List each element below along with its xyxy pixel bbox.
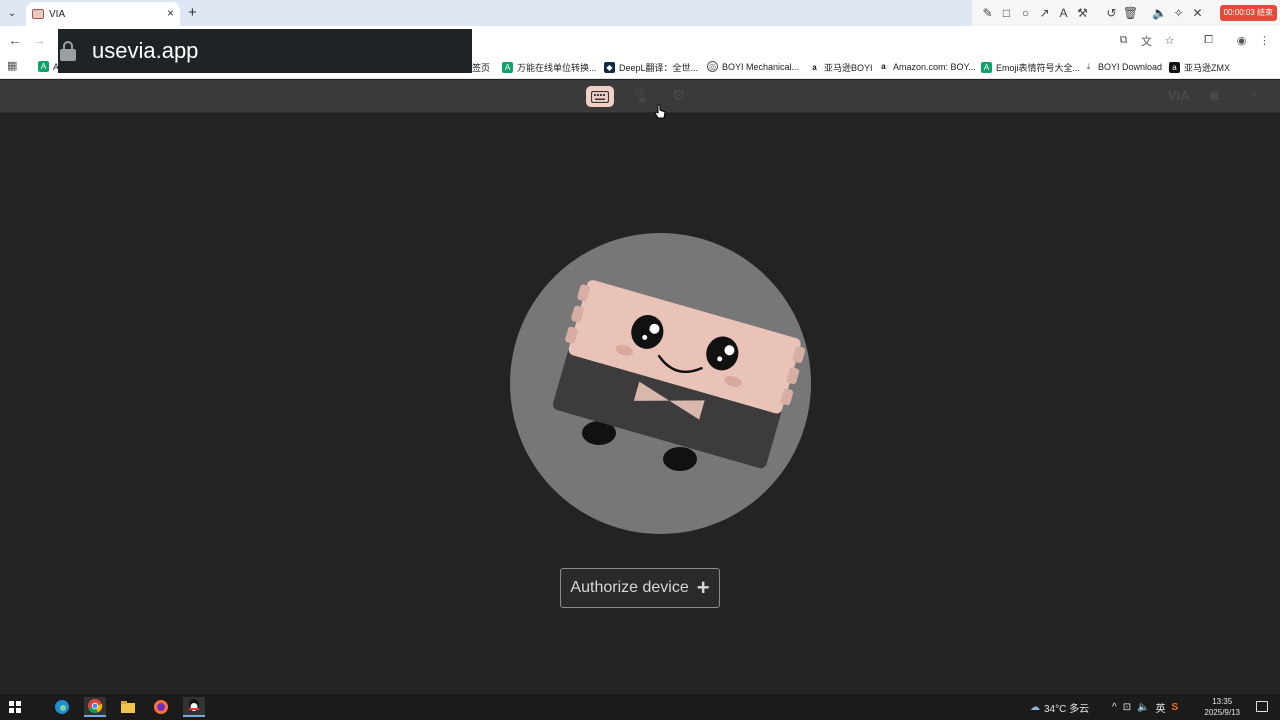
back-arrow-icon[interactable]: ← xyxy=(8,33,22,47)
keyboard-tab-icon[interactable] xyxy=(586,86,614,107)
firefox-icon[interactable] xyxy=(150,697,172,717)
settings-gear-icon[interactable]: ⚙ xyxy=(672,88,685,104)
qq-penguin-icon[interactable] xyxy=(183,697,205,717)
bookmark-item[interactable]: A Emoji表情符号大全... xyxy=(981,61,1080,74)
amazon-icon: a xyxy=(1169,62,1180,73)
network-icon[interactable]: ⊡ xyxy=(1123,702,1131,713)
keyboard-mascot-icon xyxy=(552,280,806,471)
clock-time: 13:35 xyxy=(1212,697,1233,706)
tab-close-icon[interactable]: × xyxy=(167,7,174,19)
chevron-up-icon[interactable]: ^ xyxy=(1112,702,1117,713)
bookmark-partial-mid[interactable]: 签页 xyxy=(472,61,490,74)
bookmark-favicon-icon: A xyxy=(502,62,513,73)
translate-icon[interactable]: 文 xyxy=(1137,31,1156,50)
plus-icon: + xyxy=(696,575,710,600)
lock-icon xyxy=(60,41,76,61)
hand-cursor-icon xyxy=(654,104,666,119)
bookmark-favicon-icon: A xyxy=(38,61,49,72)
url-text: usevia.app xyxy=(92,38,199,63)
authorize-device-label: Authorize device xyxy=(570,579,689,596)
bookmark-item[interactable]: ◎ BOYI Mechanical... xyxy=(707,61,799,72)
windows-start-icon[interactable] xyxy=(9,701,21,713)
taskbar-clock[interactable]: 13:35 2025/9/13 xyxy=(1204,696,1240,718)
github-icon[interactable]: ◔ xyxy=(1248,88,1257,104)
recorder-timer-button[interactable]: 00:00:03 结束 xyxy=(1219,5,1277,21)
amazon-icon: a xyxy=(878,61,889,72)
trash-icon[interactable]: 🗑 xyxy=(1121,4,1140,23)
file-explorer-icon[interactable] xyxy=(117,697,139,717)
profile-icon[interactable]: ◉ xyxy=(1232,31,1251,50)
ime-language[interactable]: 英 xyxy=(1156,700,1166,715)
bookmark-star-icon[interactable]: ☆ xyxy=(1160,31,1179,50)
sogou-icon[interactable]: S xyxy=(1172,702,1179,713)
tab-title: VIA xyxy=(49,8,66,20)
tab-search-chevron-icon[interactable]: ⌄ xyxy=(3,3,21,23)
mic-tab-icon[interactable]: 🎙 xyxy=(631,88,650,104)
weather-text: 34°C 多云 xyxy=(1044,703,1090,715)
volume-icon[interactable]: 🔈 xyxy=(1137,702,1149,713)
speaker-icon[interactable]: 🔈 xyxy=(1150,4,1169,23)
recorder-toolbar: ✎ □ ○ ↗ A ⚒ ↺ 🗑 🔈 ✧ ✕ 00:00:03 结束 xyxy=(972,0,1280,26)
weather-widget[interactable]: ☁ 34°C 多云 xyxy=(1030,694,1089,720)
main-content: Authorize device + xyxy=(0,114,1280,692)
edge-icon[interactable] xyxy=(51,697,73,717)
bookmark-item[interactable]: ◆ DeepL翻译：全世... xyxy=(604,61,698,74)
discord-icon[interactable]: ◙ xyxy=(1210,88,1219,104)
authorize-device-button[interactable]: Authorize device + xyxy=(560,568,720,608)
bookmark-item[interactable]: a 亚马逊BOYI xyxy=(809,61,873,74)
chrome-icon[interactable] xyxy=(84,697,106,717)
undo-icon[interactable]: ↺ xyxy=(1102,4,1121,23)
circle-icon[interactable]: ○ xyxy=(1016,4,1035,23)
bookmark-item[interactable]: a Amazon.com: BOY... xyxy=(878,61,976,72)
menu-kebab-icon[interactable]: ⋮ xyxy=(1255,31,1274,50)
apps-grid-icon[interactable]: ▦ xyxy=(7,61,17,72)
mic-muted-icon[interactable]: ✧ xyxy=(1169,4,1188,23)
via-favicon-icon xyxy=(32,9,44,19)
amazon-icon: a xyxy=(809,62,820,73)
mascot-circle xyxy=(510,233,811,534)
via-header: 🎙 ⚙ VIA ◙ ◔ xyxy=(0,80,1280,113)
extensions-icon[interactable]: ⧠ xyxy=(1199,31,1218,50)
cloud-icon: ☁ xyxy=(1030,701,1040,713)
pencil-icon[interactable]: ✎ xyxy=(978,4,997,23)
via-logo-text[interactable]: VIA xyxy=(1168,88,1190,104)
bookmark-item[interactable]: A 万能在线单位转换... xyxy=(502,61,597,74)
browser-tab-via[interactable]: VIA × xyxy=(26,2,180,26)
download-icon: ⤓ xyxy=(1083,61,1094,72)
new-tab-plus-icon[interactable]: + xyxy=(188,5,197,20)
url-overlay[interactable]: usevia.app xyxy=(58,29,472,73)
globe-icon: ◎ xyxy=(707,61,718,72)
close-icon[interactable]: ✕ xyxy=(1188,4,1207,23)
forward-arrow-icon[interactable]: → xyxy=(32,33,46,47)
text-icon[interactable]: A xyxy=(1054,4,1073,23)
magic-wand-icon[interactable]: ⚒ xyxy=(1073,4,1092,23)
bookmark-item[interactable]: ⤓ BOYI Download xyxy=(1083,61,1162,72)
install-app-icon[interactable]: ⧉ xyxy=(1114,31,1133,50)
system-tray: ^ ⊡ 🔈 英 S xyxy=(1112,694,1178,720)
bookmark-partial[interactable]: A A xyxy=(38,61,59,72)
bookmark-favicon-icon: A xyxy=(981,62,992,73)
arrow-icon[interactable]: ↗ xyxy=(1035,4,1054,23)
rectangle-icon[interactable]: □ xyxy=(997,4,1016,23)
notification-icon[interactable] xyxy=(1256,701,1268,712)
deepl-favicon-icon: ◆ xyxy=(604,62,615,73)
windows-taskbar: ☁ 34°C 多云 ^ ⊡ 🔈 英 S 13:35 2025/9/13 xyxy=(0,694,1280,720)
bookmark-item[interactable]: a 亚马逊ZMX xyxy=(1169,61,1230,74)
clock-date: 2025/9/13 xyxy=(1204,708,1240,717)
